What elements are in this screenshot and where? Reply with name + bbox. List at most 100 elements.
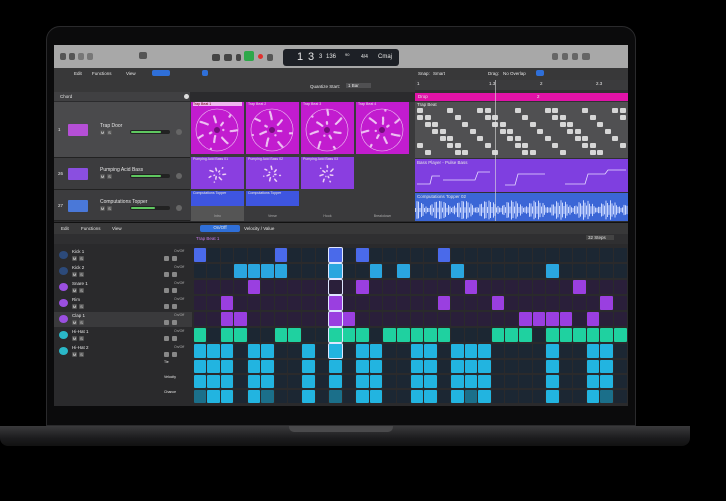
step-cell[interactable] [546,328,559,342]
step-cell[interactable] [396,344,410,358]
step-cell[interactable] [586,280,600,294]
track-header[interactable]: 27 Computations Topper M S [54,190,190,221]
step-cell[interactable] [464,264,478,278]
step-cell[interactable] [328,247,343,263]
step-cell[interactable] [505,264,518,278]
step-cell[interactable] [424,344,437,358]
step-cell[interactable] [302,264,315,278]
step-cell[interactable] [600,344,613,358]
step-cell[interactable] [342,344,356,358]
live-loop-cell[interactable]: Pumping Acid Bass 02 [246,157,299,189]
step-tie-cell[interactable] [559,360,573,373]
step-cell[interactable] [451,296,464,310]
step-cell[interactable] [573,312,586,326]
step-tie-cell[interactable] [315,360,329,373]
step-cell[interactable] [369,248,383,262]
step-cell[interactable] [437,248,451,262]
step-cell[interactable] [613,344,627,358]
step-tie-cell[interactable] [261,360,274,373]
step-cell[interactable] [383,312,396,326]
step-cell[interactable] [424,296,437,310]
step-cell[interactable] [410,328,424,342]
scene-trigger[interactable]: Verse [246,206,299,221]
step-cell[interactable] [274,328,288,342]
step-cell[interactable] [207,312,220,326]
step-tie-cell[interactable] [519,360,532,373]
step-cell[interactable] [220,312,234,326]
step-tie-cell[interactable] [464,360,478,373]
step-cell[interactable] [478,248,491,262]
step-cell[interactable] [383,264,396,278]
step-cell[interactable] [302,344,315,358]
rewind-button[interactable] [212,54,220,61]
step-velocity-cell[interactable] [302,375,315,388]
step-velocity-cell[interactable] [369,375,383,388]
step-tie-cell[interactable] [383,360,396,373]
step-cell[interactable] [274,296,288,310]
solo-button[interactable]: S [79,304,84,309]
step-cell[interactable] [478,344,491,358]
step-cell[interactable] [586,344,600,358]
step-cell[interactable] [532,248,546,262]
mute-button[interactable]: M [72,304,77,309]
view-toggle-buttons[interactable] [152,70,170,76]
step-chance-cell[interactable] [573,390,586,403]
step-tie-cell[interactable] [586,360,600,373]
step-cell[interactable] [383,296,396,310]
step-cell[interactable] [247,280,261,294]
playhead[interactable] [495,80,496,221]
solo-button[interactable]: S [107,130,112,135]
row-setting-button[interactable] [172,288,177,293]
audio-region[interactable]: Computations Topper 02 [415,193,628,221]
step-tie-cell[interactable] [302,360,315,373]
track-header[interactable]: 1 Trap Door M S [54,102,190,158]
step-cell[interactable] [451,312,464,326]
step-cell[interactable] [342,312,356,326]
step-tie-cell[interactable] [396,360,410,373]
step-cell[interactable] [410,280,424,294]
step-cell[interactable] [410,312,424,326]
solo-button[interactable]: S [107,205,112,211]
marker-region[interactable]: Drop 2 [415,93,628,101]
mute-button[interactable]: M [72,288,77,293]
step-cell[interactable] [220,248,234,262]
step-cell[interactable] [491,328,505,342]
step-velocity-cell[interactable] [383,375,396,388]
step-cell[interactable] [491,344,505,358]
step-cell[interactable] [220,344,234,358]
step-cell[interactable] [315,344,329,358]
step-chance-cell[interactable] [464,390,478,403]
step-chance-cell[interactable] [234,390,247,403]
lcd-display[interactable]: 1 3 3 136 90 4/4 Cmaj [283,49,399,66]
step-velocity-cell[interactable] [220,375,234,388]
step-cell[interactable] [424,248,437,262]
row-setting-button[interactable] [164,272,169,277]
step-cell[interactable] [220,264,234,278]
step-cell[interactable] [274,248,288,262]
mute-button[interactable]: M [72,352,77,357]
step-cell[interactable] [478,296,491,310]
live-loop-cell[interactable]: Pumping Acid Bass 01 [191,157,244,189]
step-cell[interactable] [519,248,532,262]
step-tie-cell[interactable] [573,360,586,373]
step-velocity-cell[interactable] [342,375,356,388]
step-cell[interactable] [586,312,600,326]
step-cell[interactable] [342,328,356,342]
live-loop-cell[interactable]: Trap Beat 1 [191,102,244,154]
step-cell[interactable] [424,264,437,278]
cycle-button[interactable] [267,54,273,61]
step-cell[interactable] [600,312,613,326]
step-chance-cell[interactable] [383,390,396,403]
drum-region[interactable]: Trap Beat [415,102,628,158]
step-velocity-cell[interactable] [315,375,329,388]
mute-button[interactable]: M [100,174,105,179]
step-cell[interactable] [234,312,247,326]
step-tie-cell[interactable] [329,360,342,373]
step-velocity-cell[interactable] [261,375,274,388]
step-cell[interactable] [532,296,546,310]
step-cell[interactable] [600,296,613,310]
step-velocity-cell[interactable] [573,375,586,388]
step-chance-cell[interactable] [451,390,464,403]
step-velocity-cell[interactable] [613,375,627,388]
step-tie-cell[interactable] [505,360,518,373]
